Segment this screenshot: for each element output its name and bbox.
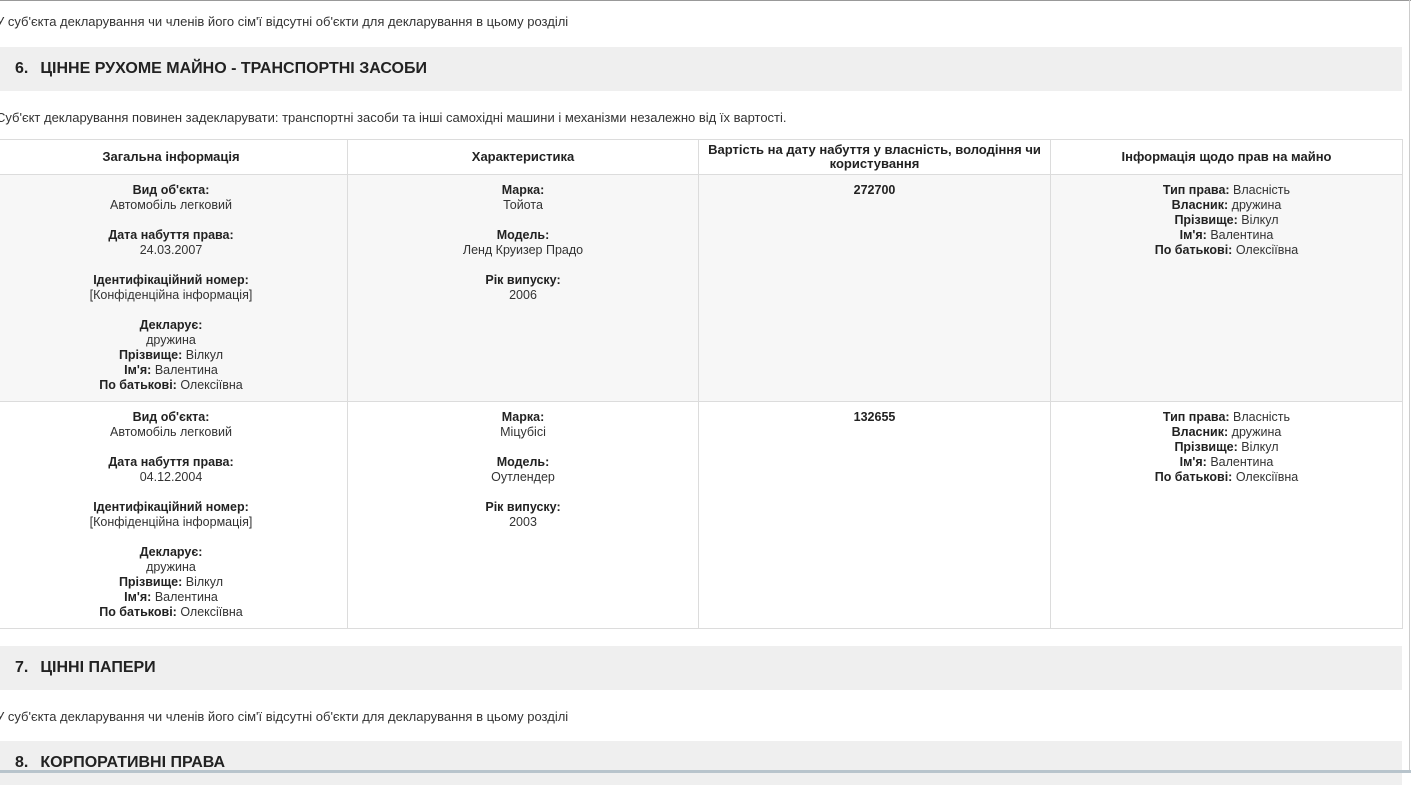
section-title: ЦІННІ ПАПЕРИ	[40, 659, 156, 676]
label: Марка:	[501, 410, 545, 424]
surname-value: Вілкул	[1241, 213, 1279, 227]
empty-section-note: У суб'єкта декларування чи членів його с…	[0, 14, 569, 29]
name-value: Валентина	[154, 363, 218, 377]
label: По батькові:	[1154, 243, 1233, 257]
label: Рік випуску:	[485, 273, 561, 287]
year-value: 2006	[509, 288, 537, 302]
name-value: Валентина	[154, 590, 218, 604]
characteristics-cell: Марка: Тойота Модель: Ленд Круизер Прадо…	[347, 174, 699, 402]
scrollbar-edge	[1409, 0, 1410, 773]
general-info-cell: Вид об'єкта: Автомобіль легковий Дата на…	[0, 401, 348, 629]
acquired-date-value: 04.12.2004	[139, 470, 203, 484]
label: Прізвище:	[1174, 440, 1238, 454]
declarant-value: дружина	[146, 333, 196, 347]
section-6-header[interactable]: 6. ЦІННЕ РУХОМЕ МАЙНО - ТРАНСПОРТНІ ЗАСО…	[0, 47, 1402, 91]
label: Ім'я:	[1179, 455, 1207, 469]
cost-value: 272700	[853, 183, 896, 197]
label: Дата набуття права:	[108, 228, 234, 242]
model-value: Ленд Круизер Прадо	[462, 243, 584, 257]
section-number: 6.	[15, 60, 29, 77]
patronymic-value: Олексіївна	[1235, 243, 1299, 257]
brand-value: Тойота	[503, 198, 543, 212]
general-info-cell: Вид об'єкта: Автомобіль легковий Дата на…	[0, 174, 348, 402]
section-title: ЦІННЕ РУХОМЕ МАЙНО - ТРАНСПОРТНІ ЗАСОБИ	[40, 60, 427, 77]
section-number: 7.	[15, 659, 29, 676]
characteristics-cell: Марка: Міцубісі Модель: Оутлендер Рік ви…	[347, 401, 699, 629]
surname-value: Вілкул	[185, 348, 224, 362]
label: Ідентифікаційний номер:	[93, 273, 249, 287]
object-type-value: Автомобіль легковий	[110, 198, 232, 212]
label: Власник:	[1171, 198, 1229, 212]
label: Власник:	[1171, 425, 1229, 439]
year-value: 2003	[509, 515, 537, 529]
owner-value: дружина	[1231, 425, 1282, 439]
label: Прізвище:	[118, 575, 183, 589]
model-value: Оутлендер	[491, 470, 555, 484]
column-header: Загальна інформація	[0, 139, 348, 175]
section-8-header[interactable]: 8. КОРПОРАТИВНІ ПРАВА	[0, 741, 1402, 785]
label: Прізвище:	[1174, 213, 1238, 227]
label: Ім'я:	[124, 363, 152, 377]
label: По батькові:	[1154, 470, 1233, 484]
surname-value: Вілкул	[185, 575, 224, 589]
empty-section-note: У суб'єкта декларування чи членів його с…	[0, 709, 569, 724]
table-header-row: Загальна інформація Характеристика Варті…	[0, 139, 1403, 175]
label: Ім'я:	[1179, 228, 1207, 242]
section-6-description: Суб'єкт декларування повинен задекларува…	[0, 110, 787, 125]
rights-cell: Тип права: Власність Власник: дружина Пр…	[1050, 174, 1403, 402]
label: Вид об'єкта:	[132, 183, 210, 197]
label: По батькові:	[99, 378, 177, 392]
patronymic-value: Олексіївна	[180, 378, 243, 392]
label: Тип права:	[1162, 183, 1230, 197]
label: Ідентифікаційний номер:	[93, 500, 249, 514]
acquired-date-value: 24.03.2007	[139, 243, 203, 257]
table-row: Вид об'єкта: Автомобіль легковий Дата на…	[0, 174, 1403, 402]
right-type-value: Власність	[1233, 410, 1291, 424]
surname-value: Вілкул	[1241, 440, 1279, 454]
brand-value: Міцубісі	[500, 425, 546, 439]
value-cell: 132655	[698, 401, 1051, 629]
label: По батькові:	[99, 605, 177, 619]
name-value: Валентина	[1210, 455, 1274, 469]
label: Дата набуття права:	[108, 455, 234, 469]
rights-cell: Тип права: Власність Власник: дружина Пр…	[1050, 401, 1403, 629]
section-7-header[interactable]: 7. ЦІННІ ПАПЕРИ	[0, 646, 1402, 690]
label: Ім'я:	[124, 590, 152, 604]
label: Модель:	[496, 455, 550, 469]
name-value: Валентина	[1210, 228, 1274, 242]
vehicles-table: Загальна інформація Характеристика Варті…	[0, 139, 1403, 629]
label: Прізвище:	[118, 348, 183, 362]
label: Вид об'єкта:	[132, 410, 210, 424]
label: Рік випуску:	[485, 500, 561, 514]
patronymic-value: Олексіївна	[180, 605, 243, 619]
label: Тип права:	[1162, 410, 1230, 424]
label: Декларує:	[139, 318, 203, 332]
column-header: Вартість на дату набуття у власність, во…	[698, 139, 1051, 175]
owner-value: дружина	[1231, 198, 1282, 212]
label: Декларує:	[139, 545, 203, 559]
label: Марка:	[501, 183, 545, 197]
column-header: Інформація щодо прав на майно	[1050, 139, 1403, 175]
object-type-value: Автомобіль легковий	[110, 425, 232, 439]
id-number-value: [Конфіденційна інформація]	[89, 515, 253, 529]
declarant-value: дружина	[146, 560, 196, 574]
label: Модель:	[496, 228, 550, 242]
table-row: Вид об'єкта: Автомобіль легковий Дата на…	[0, 401, 1403, 629]
patronymic-value: Олексіївна	[1235, 470, 1299, 484]
column-header: Характеристика	[347, 139, 699, 175]
value-cell: 272700	[698, 174, 1051, 402]
top-border	[0, 0, 1411, 1]
id-number-value: [Конфіденційна інформація]	[89, 288, 253, 302]
cost-value: 132655	[853, 410, 896, 424]
right-type-value: Власність	[1233, 183, 1291, 197]
